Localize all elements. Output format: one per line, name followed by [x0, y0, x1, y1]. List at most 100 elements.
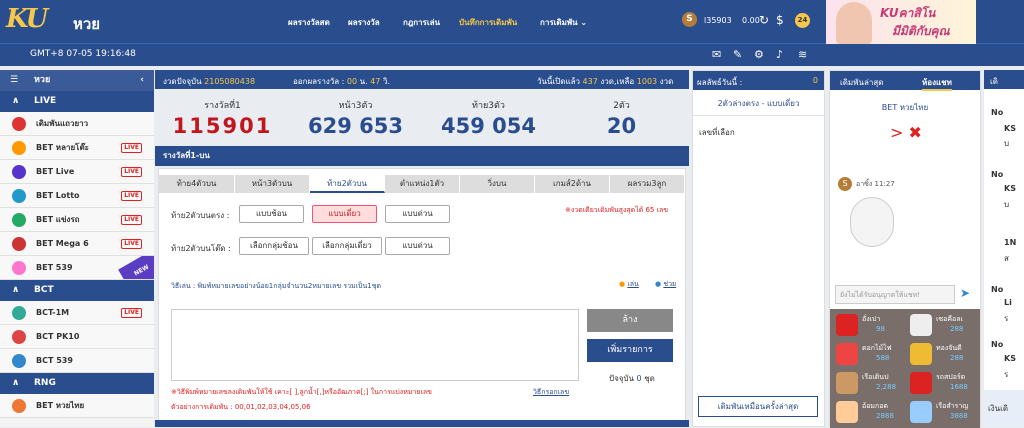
sidebar-item[interactable]: เดิมพันแถวยาว	[0, 112, 154, 136]
tab-chat-room[interactable]: ห้องแชท	[922, 76, 952, 91]
sidebar-title: ☰ หวย ‹	[0, 70, 154, 91]
logo[interactable]: KU	[6, 4, 48, 34]
status-bar: งวดปัจจุบัน 2105080438 ออกผลรางวัล : 00 …	[155, 70, 689, 89]
gift-item[interactable]: เรือเดินป 2,288	[832, 369, 904, 398]
refresh-icon[interactable]: ↻	[759, 13, 769, 27]
chevron-up-icon: ∧	[12, 378, 20, 388]
separator-note: ※วิธีพิมพ์หมายเลขลงเดิมพันให้ใช้ เคาะ[ ]…	[171, 388, 432, 396]
group-quick-button[interactable]: แบบด่วน	[385, 237, 450, 255]
gift-item[interactable]: ดอกไม้ไฟ 588	[832, 340, 904, 369]
promo-text-2: มีมิติกับคุณ	[892, 24, 950, 38]
sound-icon[interactable]: ♪	[776, 48, 783, 61]
bear-icon	[910, 314, 932, 336]
nav-betting[interactable]: การเดิมพัน ⌄	[540, 16, 587, 29]
collapse-icon[interactable]: ‹	[140, 70, 144, 91]
group-multi-button[interactable]: เลือกกลุ่มช้อน	[239, 237, 309, 255]
chevron-up-icon: ∧	[12, 285, 20, 295]
live-badge: LIVE	[121, 239, 142, 249]
tab-run-top[interactable]: วิ่งบน	[460, 175, 535, 193]
opt-quick-button[interactable]: แบบด่วน	[385, 205, 450, 223]
result-2digit: 2ตัว 20	[606, 101, 637, 138]
gift-item[interactable]: เซอคือลเ 288	[906, 311, 978, 340]
tab-back2[interactable]: ท้าย2ตัวบน	[310, 175, 385, 193]
sidebar-item[interactable]: BCT PK10	[0, 325, 154, 349]
sidebar-item[interactable]: BET แข่งรถ LIVE	[0, 208, 154, 232]
firework-icon	[836, 343, 858, 365]
tab-back4[interactable]: ท้าย4ตัวบน	[159, 175, 235, 193]
chat-input[interactable]: ยังไม่ได้รับอนุญาตให้แชท!	[835, 285, 955, 304]
balance: 0.00	[742, 16, 760, 25]
wifi-icon[interactable]: ≋	[798, 48, 807, 61]
gift-item[interactable]: รถสปอร์ต 1688	[906, 369, 978, 398]
tab-position1[interactable]: ตำแหน่ง1ตัว	[385, 175, 460, 193]
nav-live-results[interactable]: ผลรางวัลสด	[288, 16, 330, 29]
play-link[interactable]: ● เล่น	[619, 279, 639, 290]
opt-multi-button[interactable]: แบบช้อน	[239, 205, 304, 223]
gift-item[interactable]: เรือสำราญ 3888	[906, 398, 978, 427]
send-icon[interactable]: ➤	[960, 286, 970, 300]
list-item: ร	[1004, 314, 1009, 323]
sidebar-item[interactable]: BCT-1M LIVE	[0, 301, 154, 325]
currency-icon[interactable]: $	[776, 13, 784, 27]
bet-icon	[12, 306, 26, 320]
repeat-last-button[interactable]: เดิมพันเหมือนครั้งล่าสุด	[698, 396, 818, 417]
clock: GMT+8 07-05 19:16:48	[30, 49, 136, 59]
clear-button[interactable]: ล้าง	[587, 309, 673, 332]
tab-latest-bets[interactable]: เดิมพันล่าสุด	[840, 76, 883, 89]
right-panel: เดิ No KS บ No KS บ 1N ส No Li ร No KS ร…	[984, 70, 1024, 427]
gift-panel: อั่งเปา 98 เซอคือลเ 288 ดอกไม้ไฟ 588 ทองจัน…	[830, 309, 980, 428]
boat-icon	[836, 372, 858, 394]
tab-front3[interactable]: หน้า3ตัวบน	[235, 175, 310, 193]
group-single-button[interactable]: เลือกกลุ่มเดี่ยว	[312, 237, 382, 255]
add-button[interactable]: เพิ่มรายการ	[587, 339, 673, 362]
gift-item[interactable]: อั่งเปา 98	[832, 311, 904, 340]
results-column: ผลลัพธ์วันนี้ :0 2ตัวล่างตรง - แบบเดี่ยว…	[692, 70, 825, 427]
list-item: ส	[1004, 254, 1009, 263]
section-bct[interactable]: ∧ BCT	[0, 280, 154, 301]
tab-sum3[interactable]: ผลรวม3ลูก	[610, 175, 685, 193]
right-tab[interactable]: เดิ	[984, 70, 1024, 89]
avatar: S	[838, 177, 852, 191]
gear-icon[interactable]: ⚙	[754, 48, 764, 61]
nav-rules[interactable]: กฎการเล่น	[403, 16, 440, 29]
gift-item[interactable]: ทองจันดี 288	[906, 340, 978, 369]
nav-results[interactable]: ผลรางวัล	[348, 16, 380, 29]
avatar[interactable]: S	[682, 12, 697, 27]
opt-single-button[interactable]: แบบเดี่ยว	[312, 205, 377, 223]
mail-icon[interactable]: ✉	[712, 48, 721, 61]
tools-icon[interactable]: ✎	[733, 48, 742, 61]
help-link[interactable]: ● ช่วย	[655, 279, 676, 290]
badge-24-icon[interactable]: 24	[795, 13, 810, 28]
sidebar-item[interactable]: BET Mega 6 LIVE	[0, 232, 154, 256]
promo-banner[interactable]: KUคาสิโน มีมิติกับคุณ	[826, 0, 976, 44]
new-badge: NEW	[118, 256, 154, 279]
sticker-image: > ✖	[890, 123, 922, 142]
sidebar-item[interactable]: BET Lotto LIVE	[0, 184, 154, 208]
sidebar-item[interactable]: BET หวยไทย	[0, 394, 154, 418]
list-item: KS	[1004, 184, 1016, 193]
live-badge: LIVE	[121, 167, 142, 177]
sidebar: ☰ หวย ‹ ∧ LIVE เดิมพันแถวยาว BET หลายโต๊ะ…	[0, 70, 154, 427]
list-item: KS	[1004, 354, 1016, 363]
number-input[interactable]	[171, 309, 579, 381]
bet-icon	[12, 165, 26, 179]
sidebar-item[interactable]: BCT 539	[0, 349, 154, 373]
section-rng[interactable]: ∧ RNG	[0, 373, 154, 394]
nav-bet-history[interactable]: บันทึกการเดิมพัน	[459, 16, 517, 29]
tab-2side[interactable]: เกมส์2ด้าน	[535, 175, 610, 193]
sidebar-item[interactable]: BET หลายโต๊ะ LIVE	[0, 136, 154, 160]
hug-icon	[836, 401, 858, 423]
limit-note: ※งวดเดียวเดิมพันสูงสุดได้ 65 เลข	[565, 206, 669, 214]
sidebar-item[interactable]: BET Live LIVE	[0, 160, 154, 184]
menu-icon[interactable]: ☰	[10, 70, 18, 91]
chat-tabs: เดิมพันล่าสุด ห้องแชท	[830, 71, 980, 91]
bet-icon	[12, 354, 26, 368]
car-icon	[910, 372, 932, 394]
list-item: บ	[1004, 139, 1010, 148]
live-badge: LIVE	[121, 215, 142, 225]
section-live[interactable]: ∧ LIVE	[0, 91, 154, 112]
input-guide-link[interactable]: วิธีกรอกเลข	[533, 387, 569, 398]
sidebar-item[interactable]: BET 539 NEW	[0, 256, 154, 280]
gift-item[interactable]: อ้อมกอด 2888	[832, 398, 904, 427]
countdown: ออกผลรางวัล : 00 น. 47 วิ.	[293, 77, 390, 86]
